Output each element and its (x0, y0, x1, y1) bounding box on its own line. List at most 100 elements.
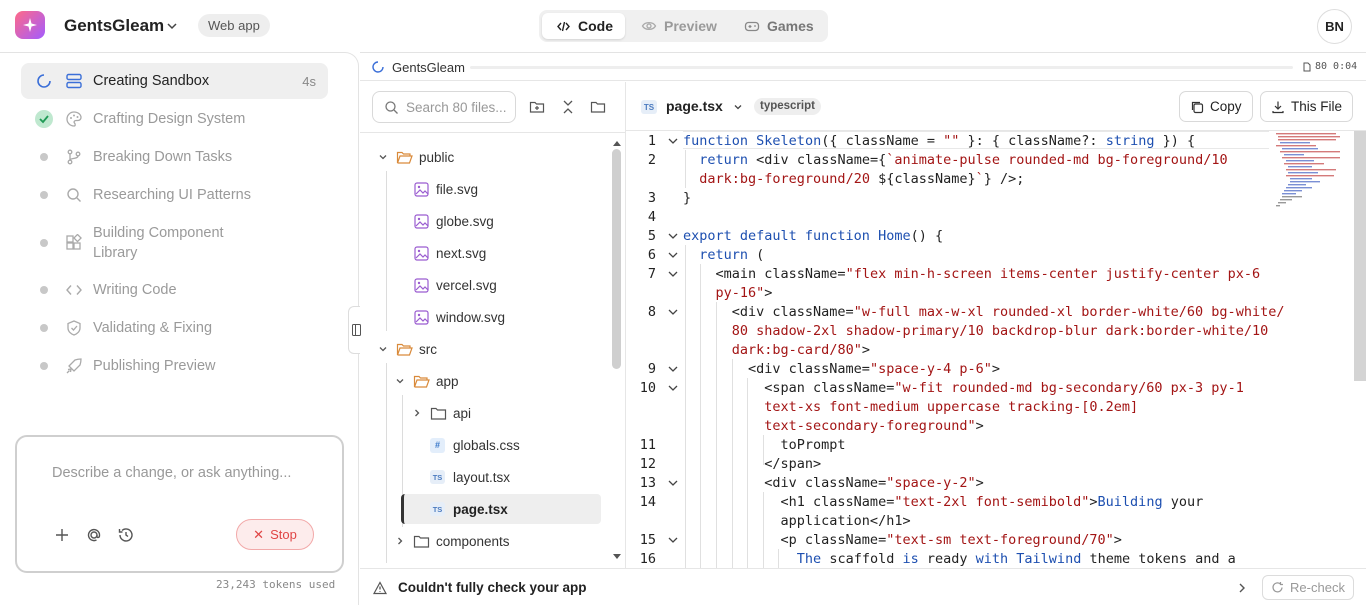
plus-icon[interactable] (52, 525, 72, 545)
fold-chevron-icon[interactable] (667, 306, 679, 318)
chevron-right-icon (415, 409, 420, 417)
pending-dot-icon (35, 186, 53, 204)
tab-code[interactable]: Code (542, 13, 625, 39)
tree-file-layout-tsx[interactable]: TS layout.tsx (360, 463, 600, 491)
code-line: <div className="space-y-2"> (683, 475, 984, 491)
download-file-button[interactable]: This File (1260, 91, 1354, 122)
layout-icon (66, 73, 82, 89)
fold-chevron-icon[interactable] (667, 230, 679, 242)
code-line: return <div className={`animate-pulse ro… (699, 152, 1228, 168)
tree-folder-src[interactable]: src (360, 335, 600, 363)
tree-node-label: globals.css (453, 437, 520, 453)
tree-file-window-svg[interactable]: window.svg (360, 303, 600, 331)
collapse-panel-handle[interactable] (348, 306, 361, 354)
line-number: 3 (647, 190, 656, 206)
folder-icon[interactable] (590, 99, 606, 115)
gamepad-icon (744, 21, 760, 32)
tree-file-page-tsx[interactable]: TS page.tsx (401, 494, 601, 524)
tab-games[interactable]: Games (744, 13, 824, 39)
tree-node-label: components (436, 533, 510, 549)
chevron-down-icon[interactable] (732, 101, 744, 113)
scroll-down-icon[interactable] (612, 553, 622, 561)
code-line: py-16"> (715, 285, 773, 301)
code-area[interactable]: 1 2 3 4 5 6 7 8 9 10 11 12 13 14 15 16 f… (626, 131, 1366, 568)
line-number: 5 (647, 228, 656, 244)
tree-node-label: page.tsx (453, 501, 508, 517)
editor-file-name[interactable]: page.tsx (666, 98, 723, 114)
code-icon (557, 21, 570, 31)
copy-icon (1191, 101, 1204, 113)
tree-node-label: api (453, 405, 472, 421)
pending-dot-icon (35, 281, 53, 299)
tree-folder-public[interactable]: public (360, 143, 600, 171)
tab-preview[interactable]: Preview (641, 13, 731, 39)
tree-file-globals-css[interactable]: # globals.css (360, 431, 600, 459)
fold-chevron-icon[interactable] (667, 477, 679, 489)
line-number: 15 (639, 532, 656, 548)
fold-chevron-icon[interactable] (667, 268, 679, 280)
folder-icon (430, 407, 447, 420)
status-bar: Couldn't fully check your app Re-check (360, 568, 1366, 605)
shield-icon (67, 320, 81, 336)
search-icon (385, 100, 398, 114)
fold-chevron-icon[interactable] (667, 534, 679, 546)
tree-node-label: globe.svg (436, 213, 494, 229)
code-line: dark:bg-foreground/20 ${className}`} />; (699, 171, 1025, 187)
step-validating-fixing[interactable]: Validating & Fixing (21, 310, 328, 346)
step-writing-code[interactable]: Writing Code (21, 272, 328, 308)
tree-file-next-svg[interactable]: next.svg (360, 239, 600, 267)
tree-node-label: public (419, 149, 455, 165)
user-avatar[interactable]: BN (1317, 9, 1352, 44)
tree-folder-api[interactable]: api (360, 399, 600, 427)
fold-chevron-icon[interactable] (667, 135, 679, 147)
app-logo[interactable] (15, 11, 45, 39)
fold-chevron-icon[interactable] (667, 249, 679, 261)
mention-icon[interactable] (84, 525, 104, 545)
code-line: <h1 className="text-2xl font-semibold">B… (683, 494, 1204, 510)
line-number: 10 (639, 380, 656, 396)
step-creating-sandbox[interactable]: Creating Sandbox 4s (21, 63, 328, 99)
tree-folder-components[interactable]: components (360, 527, 600, 555)
scroll-up-icon[interactable] (612, 139, 622, 147)
step-crafting-design-system[interactable]: Crafting Design System (21, 101, 328, 137)
line-number: 9 (647, 361, 656, 377)
editor-scrollbar[interactable] (1354, 131, 1366, 381)
history-icon[interactable] (116, 525, 136, 545)
collapse-all-icon[interactable] (560, 99, 576, 115)
line-number: 4 (647, 209, 656, 225)
spinner-icon (35, 72, 53, 90)
fold-chevron-icon[interactable] (667, 363, 679, 375)
language-badge: typescript (754, 98, 821, 115)
tree-file-vercel-svg[interactable]: vercel.svg (360, 271, 600, 299)
code-line: text-xs font-medium uppercase tracking-[… (764, 399, 1139, 415)
copy-button[interactable]: Copy (1179, 91, 1253, 122)
tree-file-globe-svg[interactable]: globe.svg (360, 207, 600, 235)
tree-file-file-svg[interactable]: file.svg (360, 175, 600, 203)
chevron-right-icon[interactable] (1236, 582, 1248, 594)
recheck-button[interactable]: Re-check (1262, 575, 1354, 600)
file-search-input[interactable]: Search 80 files... (406, 100, 507, 115)
fold-chevron-icon[interactable] (667, 382, 679, 394)
code-line: } (683, 190, 692, 206)
search-icon (67, 188, 81, 202)
app-name[interactable]: GentsGleam (64, 16, 164, 36)
tree-folder-app[interactable]: app (360, 367, 600, 395)
chevron-down-icon[interactable] (165, 19, 179, 33)
step-researching-ui-patterns[interactable]: Researching UI Patterns (21, 177, 328, 213)
file-search[interactable]: Search 80 files... (372, 91, 516, 123)
chat-input-box[interactable]: Describe a change, or ask anything... ✕ … (15, 435, 344, 573)
code-minimap[interactable] (1272, 131, 1366, 568)
palette-icon (66, 111, 82, 127)
new-folder-icon[interactable] (529, 99, 545, 115)
step-building-component-library[interactable]: Building Component Library (21, 223, 328, 263)
agent-panel: Creating Sandbox 4s Crafting Design Syst… (0, 52, 359, 605)
branch-icon (67, 149, 81, 165)
tree-scrollbar[interactable] (612, 149, 621, 369)
tab-code-label: Code (578, 18, 613, 34)
file-tree: public file.svg globe.svg next.svg verce… (360, 132, 626, 568)
chat-input[interactable]: Describe a change, or ask anything... (52, 465, 291, 481)
step-breaking-down-tasks[interactable]: Breaking Down Tasks (21, 139, 328, 175)
stop-button[interactable]: ✕ Stop (236, 519, 314, 550)
step-publishing-preview[interactable]: Publishing Preview (21, 348, 328, 384)
download-icon (1272, 101, 1284, 113)
